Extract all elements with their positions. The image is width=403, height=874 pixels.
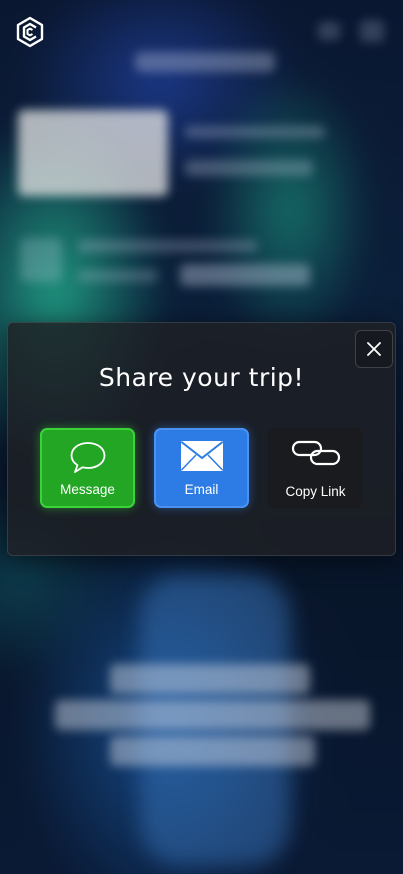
blurred-vehicle-image [18,110,168,196]
share-options: Message Email Copy Link [40,428,370,508]
blurred-header-icon [318,22,340,40]
share-email-button[interactable]: Email [154,428,249,508]
share-trip-modal: Share your trip! Message Email Copy Link [7,322,396,556]
chat-bubble-icon [42,440,133,476]
blurred-calendar-icon [20,238,62,282]
blurred-text-line [185,160,313,176]
blurred-header-icon [360,20,384,42]
share-option-label: Message [60,482,115,497]
share-message-button[interactable]: Message [40,428,135,508]
share-option-label: Copy Link [285,484,346,499]
modal-title: Share your trip! [98,363,305,392]
share-option-label: Email [184,482,219,497]
app-logo-icon[interactable] [14,16,46,48]
blurred-text-line [55,700,370,730]
copy-link-button[interactable]: Copy Link [268,428,363,508]
close-icon [367,342,381,356]
blurred-text-line [78,240,258,252]
blurred-text-line [185,126,325,138]
blurred-text-line [110,736,315,766]
blurred-text-line [78,270,158,282]
blurred-text-line [180,264,310,286]
envelope-icon [156,440,247,472]
link-icon [268,438,363,468]
blurred-text-line [110,664,310,694]
blurred-page-title [135,52,275,72]
